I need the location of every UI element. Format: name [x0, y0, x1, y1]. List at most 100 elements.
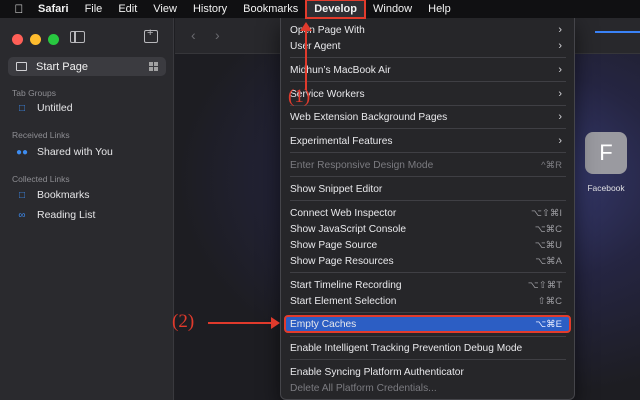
menu-item-label: Show Snippet Editor	[290, 183, 383, 195]
annotation-arrow-up	[300, 22, 312, 90]
tab-group-icon: □	[18, 102, 26, 114]
book-icon: □	[18, 189, 26, 201]
menu-item-start-element-selection[interactable]: Start Element Selection ⇧⌘C	[285, 293, 570, 309]
menu-item-shortcut: ⌥⇧⌘I	[530, 207, 562, 219]
menu-item-delete-platform-credentials: Delete All Platform Credentials...	[285, 380, 570, 396]
chevron-right-icon: ›	[558, 24, 562, 36]
menu-item-open-page-with[interactable]: Open Page With ›	[285, 22, 570, 38]
annotation-arrow-right	[208, 317, 280, 329]
menu-item-device[interactable]: Midhun’s MacBook Air ›	[285, 62, 570, 78]
menu-safari[interactable]: Safari	[30, 0, 77, 18]
menu-item-experimental-features[interactable]: Experimental Features ›	[285, 133, 570, 149]
menu-item-show-page-source[interactable]: Show Page Source ⌥⌘U	[285, 237, 570, 253]
window-controls	[12, 34, 59, 45]
tab-icon	[16, 62, 27, 71]
sidebar-item-label: Start Page	[36, 60, 88, 73]
menu-window[interactable]: Window	[365, 0, 420, 18]
chevron-right-icon: ›	[558, 135, 562, 147]
menu-item-shortcut: ⇧⌘C	[537, 295, 562, 307]
menu-history[interactable]: History	[185, 0, 235, 18]
menu-item-start-timeline-recording[interactable]: Start Timeline Recording ⌥⇧⌘T	[285, 277, 570, 293]
zoom-window-button[interactable]	[48, 34, 59, 45]
menu-help[interactable]: Help	[420, 0, 459, 18]
menu-item-label: Web Extension Background Pages	[290, 111, 448, 123]
develop-menu: Open Page With › User Agent › Midhun’s M…	[280, 18, 575, 400]
menu-edit[interactable]: Edit	[110, 0, 145, 18]
sidebar: Start Page Tab Groups □ Untitled Receive…	[0, 18, 174, 400]
menu-item-label: Service Workers	[290, 88, 365, 100]
minimize-window-button[interactable]	[30, 34, 41, 45]
menu-separator	[290, 128, 566, 129]
favorite-label-facebook: Facebook	[587, 183, 625, 193]
menu-item-service-workers[interactable]: Service Workers ›	[285, 86, 570, 102]
menu-item-label: User Agent	[290, 40, 341, 52]
new-tab-group-icon[interactable]	[144, 27, 158, 43]
menu-item-label: Connect Web Inspector	[290, 207, 397, 219]
menu-item-tracking-prevention-debug[interactable]: Enable Intelligent Tracking Prevention D…	[285, 340, 570, 356]
section-collected-links: Collected Links	[12, 174, 70, 184]
menu-separator	[290, 272, 566, 273]
annotation-step-1: (1)	[288, 86, 311, 107]
menu-item-label: Show Page Resources	[290, 255, 394, 267]
menu-separator	[290, 152, 566, 153]
menu-item-shortcut: ⌥⌘E	[535, 318, 562, 330]
sidebar-item-start-page[interactable]: Start Page	[8, 57, 166, 76]
menu-item-label: Midhun’s MacBook Air	[290, 64, 391, 76]
menu-item-shortcut: ⌥⌘A	[535, 255, 562, 267]
menu-item-empty-caches[interactable]: Empty Caches ⌥⌘E	[284, 315, 571, 333]
chevron-right-icon: ›	[558, 64, 562, 76]
favorite-tile-letter: F	[599, 140, 613, 165]
menu-separator	[290, 200, 566, 201]
menu-separator	[290, 336, 566, 337]
menu-item-label: Experimental Features	[290, 135, 393, 147]
menu-item-show-snippet-editor[interactable]: Show Snippet Editor	[285, 181, 570, 197]
section-received-links: Received Links	[12, 130, 70, 140]
menu-separator	[290, 359, 566, 360]
menu-separator	[290, 312, 566, 313]
people-icon: ●●	[16, 146, 29, 158]
close-window-button[interactable]	[12, 34, 23, 45]
menu-item-show-page-resources[interactable]: Show Page Resources ⌥⌘A	[285, 253, 570, 269]
sidebar-item-bookmarks[interactable]: □ Bookmarks	[16, 189, 90, 201]
back-icon[interactable]: ‹	[191, 27, 196, 43]
menu-develop[interactable]: Develop	[305, 0, 366, 19]
address-bar[interactable]	[595, 31, 640, 35]
menu-separator	[290, 176, 566, 177]
menu-item-label: Open Page With	[290, 24, 365, 36]
menu-view[interactable]: View	[145, 0, 185, 18]
sidebar-item-reading-list[interactable]: ∞ Reading List	[16, 209, 95, 221]
menu-item-web-extension-background-pages[interactable]: Web Extension Background Pages ›	[285, 109, 570, 125]
chevron-right-icon: ›	[558, 111, 562, 123]
menu-item-label: Delete All Platform Credentials...	[290, 382, 437, 394]
menu-item-syncing-platform-authenticator[interactable]: Enable Syncing Platform Authenticator	[285, 364, 570, 380]
sidebar-item-shared-with-you[interactable]: ●● Shared with You	[16, 146, 113, 158]
menu-item-label: Enable Syncing Platform Authenticator	[290, 366, 464, 378]
sidebar-item-label: Shared with You	[37, 146, 113, 158]
sidebar-item-untitled[interactable]: □ Untitled	[16, 102, 73, 114]
menu-item-shortcut: ⌥⌘U	[534, 239, 562, 251]
menu-item-show-javascript-console[interactable]: Show JavaScript Console ⌥⌘C	[285, 221, 570, 237]
menu-item-label: Empty Caches	[290, 318, 357, 330]
forward-icon[interactable]: ›	[215, 27, 220, 43]
menu-bookmarks[interactable]: Bookmarks	[235, 0, 306, 18]
chevron-right-icon: ›	[558, 88, 562, 100]
menu-bar:  Safari File Edit View History Bookmark…	[0, 0, 640, 19]
sidebar-item-label: Untitled	[37, 102, 73, 114]
menu-item-label: Start Element Selection	[290, 295, 397, 307]
apple-menu-icon[interactable]: 	[8, 2, 30, 16]
sidebar-toggle-icon[interactable]	[70, 31, 85, 43]
menu-item-shortcut: ^⌘R	[541, 159, 562, 171]
menu-separator	[290, 57, 566, 58]
section-tab-groups: Tab Groups	[12, 88, 56, 98]
menu-item-connect-web-inspector[interactable]: Connect Web Inspector ⌥⇧⌘I	[285, 205, 570, 221]
menu-item-responsive-design-mode: Enter Responsive Design Mode ^⌘R	[285, 157, 570, 173]
menu-item-user-agent[interactable]: User Agent ›	[285, 38, 570, 54]
menu-item-label: Show Page Source	[290, 239, 378, 251]
menu-item-label: Start Timeline Recording	[290, 279, 402, 291]
grid-icon[interactable]	[149, 62, 158, 71]
menu-separator	[290, 105, 566, 106]
menu-file[interactable]: File	[77, 0, 111, 18]
menu-item-label: Enable Intelligent Tracking Prevention D…	[290, 342, 523, 354]
menu-item-label: Show JavaScript Console	[290, 223, 407, 235]
favorite-tile-facebook[interactable]: F	[585, 132, 627, 174]
